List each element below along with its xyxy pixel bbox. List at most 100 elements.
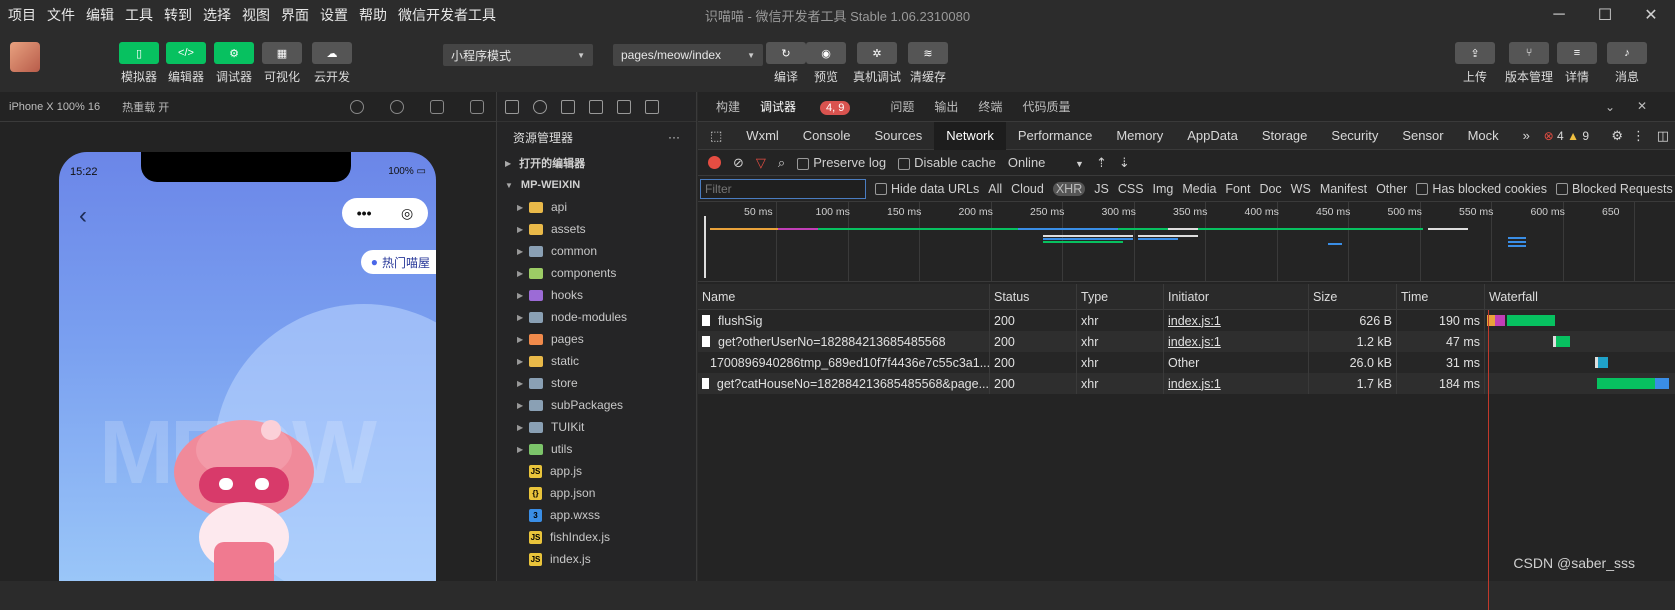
file-index-js[interactable]: JS index.js: [497, 548, 696, 570]
more-icon[interactable]: •••: [357, 205, 372, 221]
rotate-icon[interactable]: [350, 100, 364, 114]
filter-type-media[interactable]: Media: [1182, 182, 1216, 196]
filter-type-ws[interactable]: WS: [1291, 182, 1311, 196]
hide-data-urls-checkbox[interactable]: Hide data URLs: [875, 182, 979, 196]
files-icon[interactable]: [505, 99, 519, 114]
menu-select[interactable]: 选择: [203, 5, 231, 25]
clear-icon[interactable]: ⊘: [733, 155, 744, 171]
tab-appdata[interactable]: AppData: [1175, 122, 1250, 150]
version-button[interactable]: ⑂ 版本管理: [1503, 42, 1555, 85]
request-initiator[interactable]: index.js:1: [1164, 310, 1309, 331]
tab-sources[interactable]: Sources: [863, 122, 935, 150]
has-blocked-cookies-checkbox[interactable]: Has blocked cookies: [1416, 182, 1547, 196]
network-overview[interactable]: 50 ms 100 ms 150 ms 200 ms 250 ms 300 ms 350 m…: [698, 202, 1675, 282]
avatar[interactable]: [10, 42, 40, 72]
table-row[interactable]: 1700896940286tmp_689ed10f7f4436e7c55c3a1…: [698, 352, 1675, 373]
menu-interface[interactable]: 界面: [281, 5, 309, 25]
project-section[interactable]: ▼ MP-WEIXIN: [497, 174, 696, 196]
messages-button[interactable]: ♪ 消息: [1604, 42, 1650, 85]
column-waterfall[interactable]: Waterfall: [1485, 284, 1675, 309]
tab-sensor[interactable]: Sensor: [1390, 122, 1455, 150]
tab-console[interactable]: Console: [791, 122, 863, 150]
search-icon[interactable]: [533, 99, 547, 114]
device-debug-button[interactable]: ✲ 真机调试: [853, 42, 901, 85]
debugger-button[interactable]: ⚙ 调试器: [211, 42, 257, 85]
request-name[interactable]: get?catHouseNo=182884213685485568&page..…: [698, 373, 990, 394]
tab-network[interactable]: Network: [934, 121, 1006, 150]
more-icon[interactable]: ···: [668, 130, 680, 144]
tab-storage[interactable]: Storage: [1250, 122, 1320, 150]
folder-pages[interactable]: ▶ pages: [497, 328, 696, 350]
table-row[interactable]: get?catHouseNo=182884213685485568&page..…: [698, 373, 1675, 394]
error-count[interactable]: ⊗ 4 ▲ 9: [1544, 129, 1589, 143]
filter-type-xhr[interactable]: XHR: [1052, 181, 1086, 196]
tab-memory[interactable]: Memory: [1104, 122, 1175, 150]
export-icon[interactable]: ⇣: [1119, 155, 1130, 171]
file-app-wxss[interactable]: 3 app.wxss: [497, 504, 696, 526]
folder-hooks[interactable]: ▶ hooks: [497, 284, 696, 306]
hot-meow-button[interactable]: ● 热门喵屋: [360, 250, 436, 274]
folder-assets[interactable]: ▶ assets: [497, 218, 696, 240]
menu-tools[interactable]: 工具: [125, 5, 153, 25]
git-icon[interactable]: [561, 99, 575, 114]
menu-edit[interactable]: 编辑: [86, 5, 114, 25]
tab-security[interactable]: Security: [1319, 122, 1390, 150]
open-editors-section[interactable]: ▶ 打开的编辑器: [497, 152, 696, 174]
preserve-log-checkbox[interactable]: Preserve log: [797, 155, 886, 170]
table-row[interactable]: flushSig 200 xhr index.js:1 626 B 190 ms: [698, 310, 1675, 331]
back-icon[interactable]: ‹: [79, 202, 87, 230]
tab-issues[interactable]: 问题: [890, 98, 914, 115]
column-type[interactable]: Type: [1077, 284, 1164, 309]
dock-icon[interactable]: ◫: [1657, 128, 1669, 144]
menu-wechat-devtools[interactable]: 微信开发者工具: [398, 5, 496, 25]
filter-type-manifest[interactable]: Manifest: [1320, 182, 1367, 196]
menu-view[interactable]: 视图: [242, 5, 270, 25]
cloud-dev-button[interactable]: ☁ 云开发: [309, 42, 355, 85]
details-button[interactable]: ≡ 详情: [1554, 42, 1600, 85]
folder-common[interactable]: ▶ common: [497, 240, 696, 262]
clear-cache-button[interactable]: ≋ 清缓存: [905, 42, 951, 85]
upload-button[interactable]: ⇪ 上传: [1452, 42, 1498, 85]
menu-project[interactable]: 项目: [8, 5, 36, 25]
filter-type-doc[interactable]: Doc: [1259, 182, 1281, 196]
folder-components[interactable]: ▶ components: [497, 262, 696, 284]
request-initiator[interactable]: index.js:1: [1164, 331, 1309, 352]
close-icon[interactable]: ✕: [1637, 99, 1647, 113]
package-icon[interactable]: [617, 99, 631, 114]
request-name[interactable]: get?otherUserNo=182884213685485568: [698, 331, 990, 352]
hot-reload-toggle[interactable]: 热重载 开: [122, 99, 169, 115]
target-icon[interactable]: ◎: [401, 205, 413, 222]
tab-debugger[interactable]: 调试器 4, 9: [760, 98, 870, 115]
filter-type-cloud[interactable]: Cloud: [1011, 182, 1044, 196]
filter-type-font[interactable]: Font: [1225, 182, 1250, 196]
table-row[interactable]: get?otherUserNo=182884213685485568 200 xhr…: [698, 331, 1675, 352]
gear-icon[interactable]: ⚙: [1611, 128, 1623, 144]
disable-cache-checkbox[interactable]: Disable cache: [898, 155, 996, 170]
filter-type-js[interactable]: JS: [1094, 182, 1109, 196]
maximize-icon[interactable]: ☐: [1593, 4, 1617, 26]
file-fishindex-js[interactable]: JS fishIndex.js: [497, 526, 696, 548]
folder-static[interactable]: ▶ static: [497, 350, 696, 372]
menu-goto[interactable]: 转到: [164, 5, 192, 25]
menu-settings[interactable]: 设置: [320, 5, 348, 25]
extensions-icon[interactable]: [589, 99, 603, 114]
column-name[interactable]: Name: [698, 284, 990, 309]
simulator-button[interactable]: ▯ 模拟器: [116, 42, 162, 85]
filter-type-img[interactable]: Img: [1153, 182, 1174, 196]
popout-icon[interactable]: [470, 100, 484, 114]
tab-output[interactable]: 输出: [934, 98, 958, 115]
folder-store[interactable]: ▶ store: [497, 372, 696, 394]
filter-type-other[interactable]: Other: [1376, 182, 1407, 196]
column-initiator[interactable]: Initiator: [1164, 284, 1309, 309]
column-time[interactable]: Time: [1397, 284, 1485, 309]
editor-button[interactable]: </> 编辑器: [163, 42, 209, 85]
phone-icon[interactable]: [430, 100, 444, 114]
close-icon[interactable]: ✕: [1639, 4, 1663, 26]
minimize-icon[interactable]: ─: [1547, 4, 1571, 26]
menu-file[interactable]: 文件: [47, 5, 75, 25]
docker-icon[interactable]: [645, 99, 659, 114]
folder-node-modules[interactable]: ▶ node-modules: [497, 306, 696, 328]
preview-button[interactable]: ◉ 预览: [803, 42, 849, 85]
throttle-select[interactable]: Online ▼: [1008, 155, 1084, 170]
tab-terminal[interactable]: 终端: [978, 98, 1002, 115]
